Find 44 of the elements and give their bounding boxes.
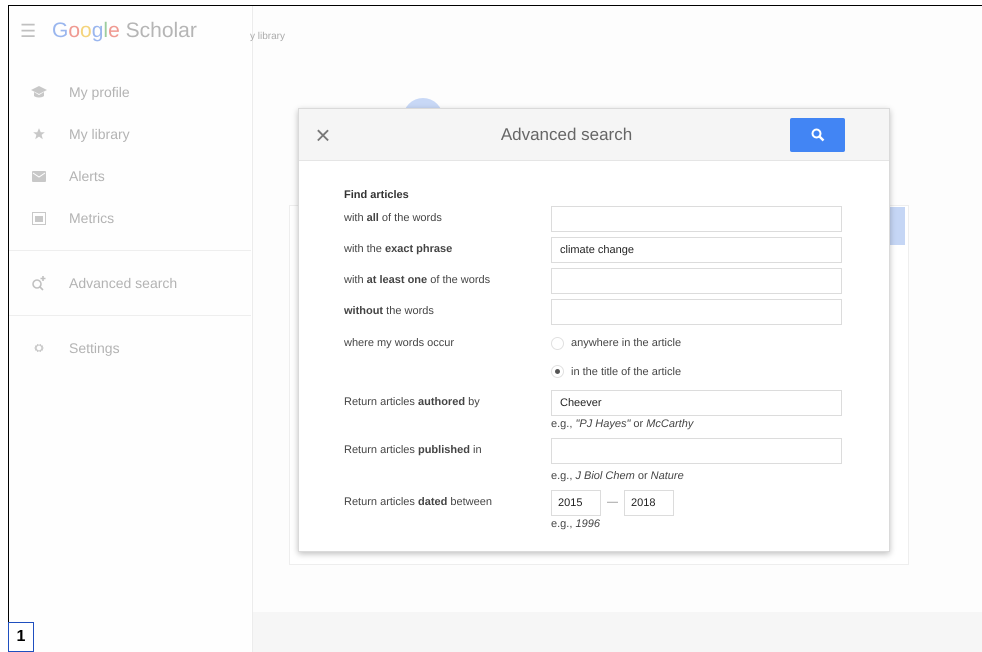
sidebar-item[interactable]: Advanced search bbox=[9, 262, 251, 304]
field-label: Return articles dated between bbox=[344, 495, 493, 510]
year-to-field[interactable]: 2018 bbox=[624, 490, 674, 516]
header-text: y library bbox=[250, 30, 286, 44]
field-label: without the words bbox=[344, 304, 435, 320]
field-label: with at least one of the words bbox=[344, 273, 492, 288]
graduation-cap-icon bbox=[31, 85, 47, 99]
close-button[interactable]: × bbox=[313, 122, 333, 148]
search-button-background bbox=[889, 207, 905, 245]
search-button[interactable] bbox=[790, 118, 845, 152]
year-from-field[interactable]: 2015 bbox=[551, 490, 601, 516]
hint-text: e.g., "PJ Hayes" or McCarthy bbox=[551, 418, 694, 432]
search-plus-icon bbox=[31, 275, 47, 291]
settings-icon bbox=[32, 341, 46, 355]
input-field[interactable] bbox=[551, 298, 842, 324]
field-label: Return articles published in bbox=[344, 443, 483, 458]
chart-icon bbox=[32, 212, 46, 224]
field-label: where my words occur bbox=[344, 336, 456, 351]
input-field[interactable]: Cheever bbox=[551, 390, 842, 416]
envelope-icon bbox=[32, 170, 46, 182]
input-field[interactable] bbox=[551, 438, 842, 464]
figure-number-badge: 1 bbox=[8, 622, 34, 652]
hint-text: e.g., 1996 bbox=[551, 518, 600, 532]
input-field[interactable]: climate change bbox=[551, 236, 842, 262]
hint-text: e.g., J Biol Chem or Nature bbox=[551, 470, 684, 484]
star-icon bbox=[32, 127, 46, 141]
input-field[interactable] bbox=[551, 268, 842, 294]
field-label: with all of the words bbox=[344, 211, 443, 226]
radio-option[interactable]: in the title of the article bbox=[551, 364, 682, 380]
google-scholar-logo[interactable]: Google Scholar bbox=[52, 15, 197, 47]
sidebar-item[interactable]: Alerts bbox=[9, 155, 251, 197]
field-label: Return articles authored by bbox=[344, 395, 481, 410]
field-label: with the exact phrase bbox=[344, 242, 454, 258]
input-field[interactable] bbox=[551, 206, 842, 232]
sidebar-item[interactable]: My profile bbox=[9, 71, 251, 113]
menu-icon[interactable]: ☰ bbox=[20, 22, 36, 40]
radio-option[interactable]: anywhere in the article bbox=[551, 335, 682, 352]
sidebar-item[interactable]: Settings bbox=[9, 327, 251, 369]
section-heading: Find articles bbox=[344, 188, 410, 203]
dash-separator: — bbox=[606, 495, 619, 510]
search-icon bbox=[810, 128, 824, 142]
sidebar-item[interactable]: My library bbox=[9, 113, 251, 155]
dialog-title: Advanced search bbox=[500, 124, 634, 146]
sidebar-item[interactable]: Metrics bbox=[9, 197, 251, 239]
